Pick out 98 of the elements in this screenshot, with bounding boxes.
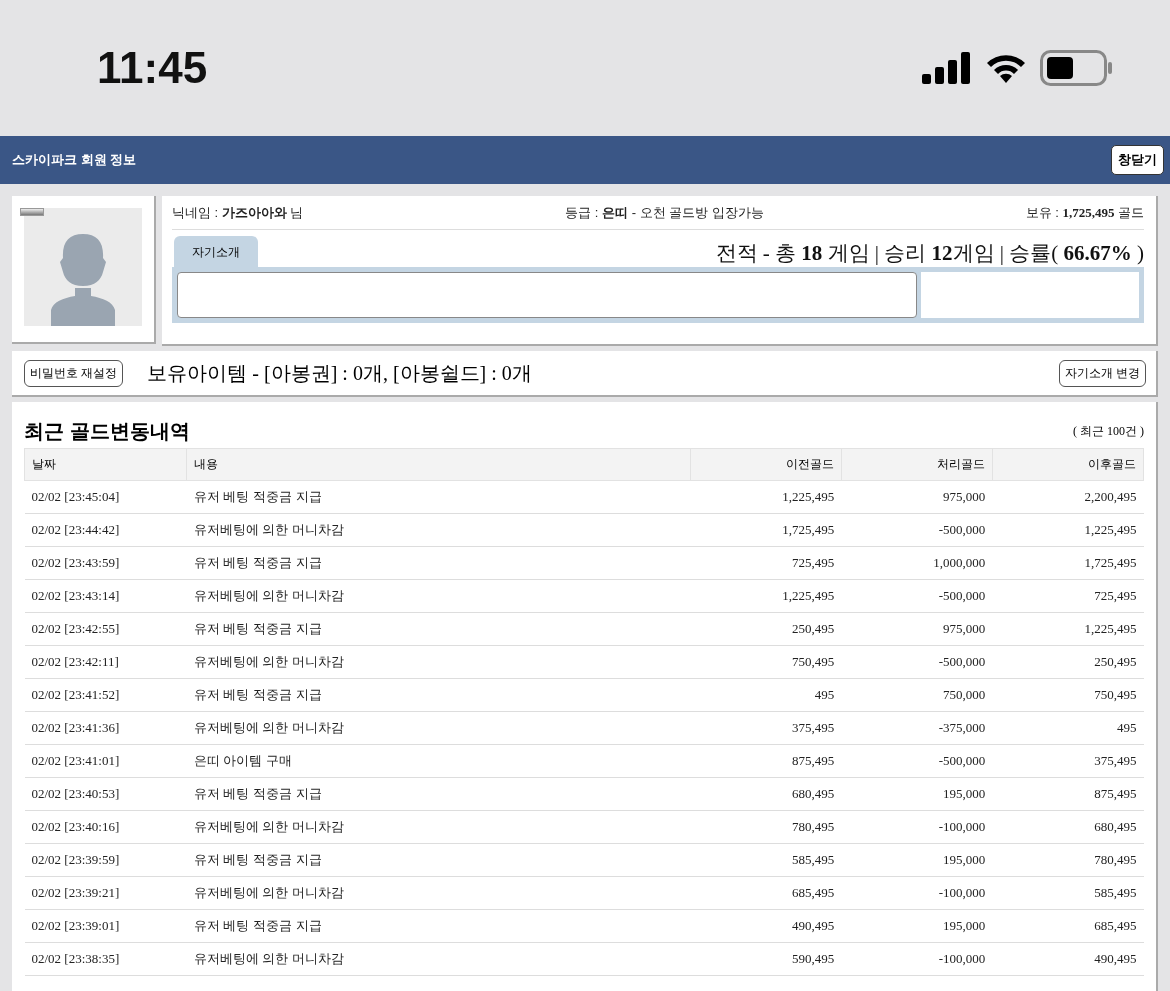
table-cell: 유저베팅에 의한 머니차감 [186,579,690,613]
table-cell: 유저베팅에 의한 머니차감 [186,810,690,844]
table-cell: -100,000 [841,876,993,910]
table-cell: 유저베팅에 의한 머니차감 [186,876,690,910]
table-cell: 685,495 [690,876,842,910]
change-intro-button[interactable]: 자기소개 변경 [1058,359,1146,387]
nickname-text: 닉네임 : 가즈아아와 님 [172,204,304,222]
table-cell: 2,200,495 [992,480,1144,514]
history-title: 최근 골드변동내역 [24,418,190,444]
column-header: 날짜 [24,448,187,481]
table-cell: -500,000 [841,513,993,547]
table-cell: 1,725,495 [992,546,1144,580]
table-cell: 875,495 [992,777,1144,811]
history-count: ( 최근 100건 ) [1073,422,1144,440]
table-cell: 02/02 [23:44:42] [24,513,187,547]
status-time: 11:45 [97,43,208,93]
table-cell: 1,225,495 [992,612,1144,646]
table-cell: 유저 베팅 적중금 지급 [186,480,690,514]
table-cell: -500,000 [841,645,993,679]
close-button[interactable]: 창닫기 [1111,145,1164,175]
table-cell: -100,000 [841,810,993,844]
grade-text: 등급 : 은띠 - 오천 골드방 입장가능 [565,204,764,222]
table-cell: 975,000 [841,480,993,514]
table-cell: 1,725,495 [690,513,842,547]
table-cell: 680,495 [992,810,1144,844]
table-cell: 725,495 [690,546,842,580]
table-cell: 1,000,000 [841,546,993,580]
table-cell: 750,000 [841,678,993,712]
table-cell: 02/02 [23:45:04] [24,480,187,514]
table-cell: 1,225,495 [690,480,842,514]
wifi-icon [986,53,1026,83]
table-cell: 02/02 [23:41:01] [24,744,187,778]
table-cell: 685,495 [992,909,1144,943]
column-header: 이전골드 [690,448,842,481]
table-cell: 780,495 [992,843,1144,877]
intro-input-field[interactable] [177,272,917,318]
table-cell: 490,495 [992,942,1144,976]
game-record-text: 전적 - 총 18 게임 | 승리 12게임 | 승률( 66.67% ) [715,240,1144,267]
table-cell: 유저베팅에 의한 머니차감 [186,711,690,745]
table-cell: -500,000 [841,579,993,613]
table-cell: 195,000 [841,777,993,811]
table-cell: 750,495 [690,645,842,679]
table-cell: 유저 베팅 적중금 지급 [186,546,690,580]
table-cell: 1,225,495 [992,513,1144,547]
table-cell: 590,495 [690,942,842,976]
table-cell: 250,495 [690,612,842,646]
table-cell: 02/02 [23:39:59] [24,843,187,877]
table-cell: 유저 베팅 적중금 지급 [186,777,690,811]
table-cell: 유저베팅에 의한 머니차감 [186,645,690,679]
column-header: 처리골드 [841,448,993,481]
table-cell: 02/02 [23:38:35] [24,942,187,976]
table-cell: 490,495 [690,909,842,943]
column-header: 내용 [186,448,690,481]
table-cell: -100,000 [841,942,993,976]
reset-password-button[interactable]: 비밀번호 재설정 [24,359,124,387]
table-cell: -375,000 [841,711,993,745]
balance-text: 보유 : 1,725,495 골드 [1025,204,1144,222]
column-header: 이후골드 [992,448,1144,481]
table-cell: 250,495 [992,645,1144,679]
rank-badge-icon [20,208,44,216]
table-cell: 02/02 [23:40:16] [24,810,187,844]
table-cell: 195,000 [841,843,993,877]
table-cell: 375,495 [992,744,1144,778]
table-cell: 유저베팅에 의한 머니차감 [186,513,690,547]
table-cell: -500,000 [841,744,993,778]
table-cell: 975,000 [841,612,993,646]
owned-items-text: 보유아이템 - [아봉권] : 0개, [아봉쉴드] : 0개 [147,360,533,386]
table-cell: 02/02 [23:39:01] [24,909,187,943]
table-cell: 725,495 [992,579,1144,613]
table-cell: 02/02 [23:41:36] [24,711,187,745]
signal-icon [922,52,972,84]
table-cell: 195,000 [841,909,993,943]
table-cell: 유저베팅에 의한 머니차감 [186,942,690,976]
table-cell: 780,495 [690,810,842,844]
table-cell: 1,225,495 [690,579,842,613]
battery-icon [1040,50,1114,86]
table-cell: 02/02 [23:40:53] [24,777,187,811]
table-cell: 585,495 [992,876,1144,910]
table-cell: 02/02 [23:43:14] [24,579,187,613]
table-cell: 750,495 [992,678,1144,712]
table-cell: 유저 베팅 적중금 지급 [186,909,690,943]
table-cell: 유저 베팅 적중금 지급 [186,678,690,712]
table-cell: 495 [690,678,842,712]
table-cell: 680,495 [690,777,842,811]
window-title: 스카이파크 회원 정보 [12,151,137,169]
table-cell: 유저 베팅 적중금 지급 [186,612,690,646]
table-cell: 585,495 [690,843,842,877]
table-cell: 은띠 아이템 구매 [186,744,690,778]
table-cell: 02/02 [23:41:52] [24,678,187,712]
table-cell: 유저 베팅 적중금 지급 [186,843,690,877]
table-cell: 02/02 [23:39:21] [24,876,187,910]
table-cell: 875,495 [690,744,842,778]
table-cell: 375,495 [690,711,842,745]
intro-tab[interactable]: 자기소개 [174,236,258,267]
table-cell: 02/02 [23:43:59] [24,546,187,580]
table-cell: 495 [992,711,1144,745]
table-cell: 02/02 [23:42:55] [24,612,187,646]
table-cell: 02/02 [23:42:11] [24,645,187,679]
